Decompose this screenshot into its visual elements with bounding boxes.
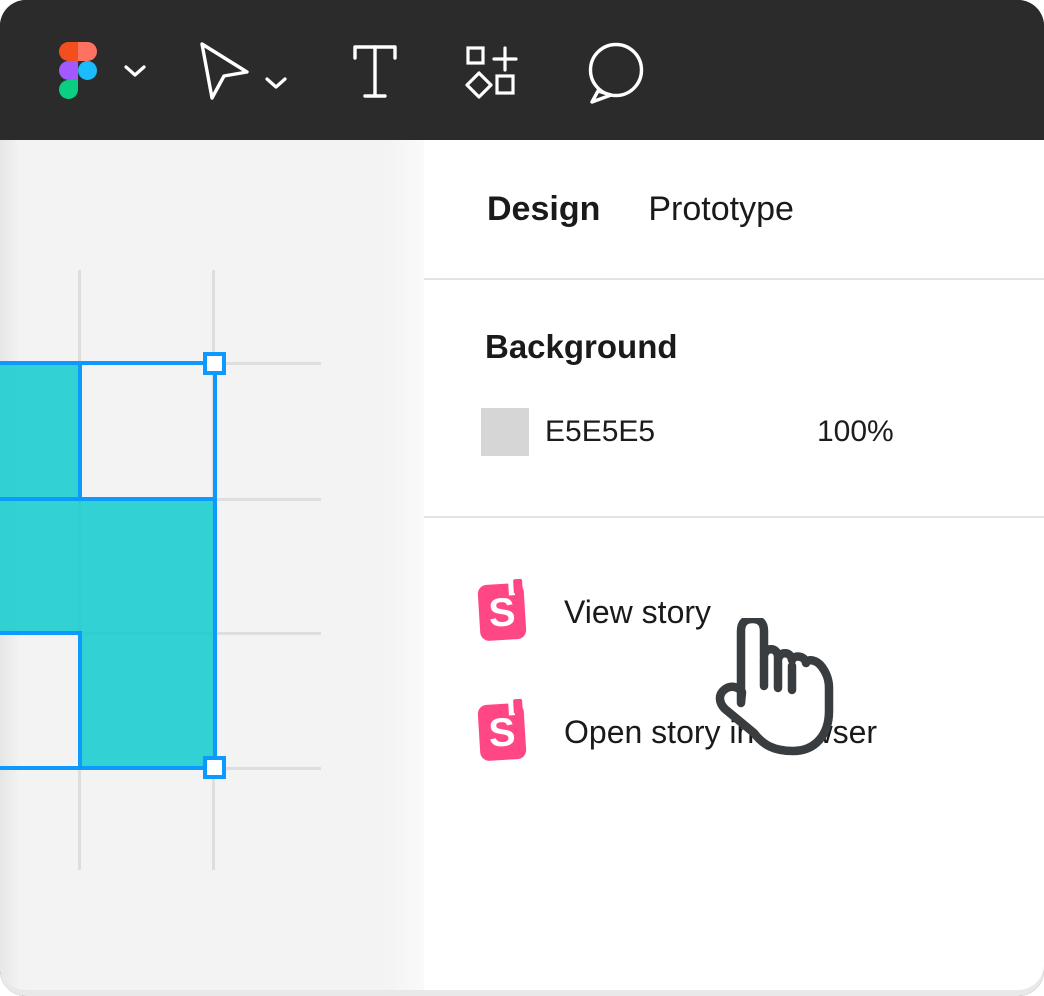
selection-outline (0, 361, 217, 365)
view-story-label: View story (564, 594, 711, 631)
open-story-label: Open story in browser (564, 714, 877, 751)
color-hex-value[interactable]: E5E5E5 (545, 415, 655, 449)
chevron-down-icon (264, 75, 288, 91)
storybook-icon: S (477, 583, 526, 642)
background-section-title: Background (485, 328, 678, 366)
background-color-row[interactable]: E5E5E5 100% (424, 404, 1044, 460)
opacity-value[interactable]: 100% (817, 415, 894, 449)
canvas[interactable] (0, 140, 424, 990)
selected-shape-cell[interactable] (0, 499, 215, 633)
chevron-down-icon (123, 63, 147, 79)
selection-outline (78, 631, 82, 770)
view-story-action[interactable]: S View story (424, 582, 1044, 642)
tab-design[interactable]: Design (487, 190, 600, 229)
components-tool-button[interactable] (464, 44, 520, 100)
selection-outline (0, 631, 82, 635)
move-tool-button[interactable] (198, 41, 288, 101)
main-area: Design Prototype Background E5E5E5 100% … (0, 140, 1044, 996)
selection-outline (213, 361, 217, 770)
selected-shape-cell[interactable] (80, 633, 215, 768)
panel-divider (424, 278, 1044, 280)
text-tool-button[interactable] (352, 44, 398, 100)
color-swatch[interactable] (481, 408, 529, 456)
toolbar (0, 0, 1044, 140)
selection-outline (0, 766, 217, 770)
selection-outline (0, 497, 217, 501)
components-shapes-icon (464, 44, 520, 100)
storybook-icon: S (477, 703, 526, 762)
comment-bubble-icon (585, 42, 647, 104)
open-story-action[interactable]: S Open story in browser (424, 702, 1044, 762)
selection-handle[interactable] (203, 756, 226, 779)
tab-prototype[interactable]: Prototype (648, 190, 794, 229)
figma-window: Design Prototype Background E5E5E5 100% … (0, 0, 1044, 996)
selection-outline (78, 361, 82, 501)
figma-logo-icon (59, 42, 97, 99)
properties-panel: Design Prototype Background E5E5E5 100% … (424, 140, 1044, 990)
text-t-icon (352, 44, 398, 100)
panel-tabs: Design Prototype (424, 140, 1044, 278)
cursor-icon (198, 41, 250, 101)
figma-menu-button[interactable] (59, 42, 147, 99)
selected-shape-cell[interactable] (0, 363, 80, 499)
selection-handle[interactable] (203, 352, 226, 375)
panel-divider (424, 516, 1044, 518)
comment-tool-button[interactable] (585, 42, 647, 104)
